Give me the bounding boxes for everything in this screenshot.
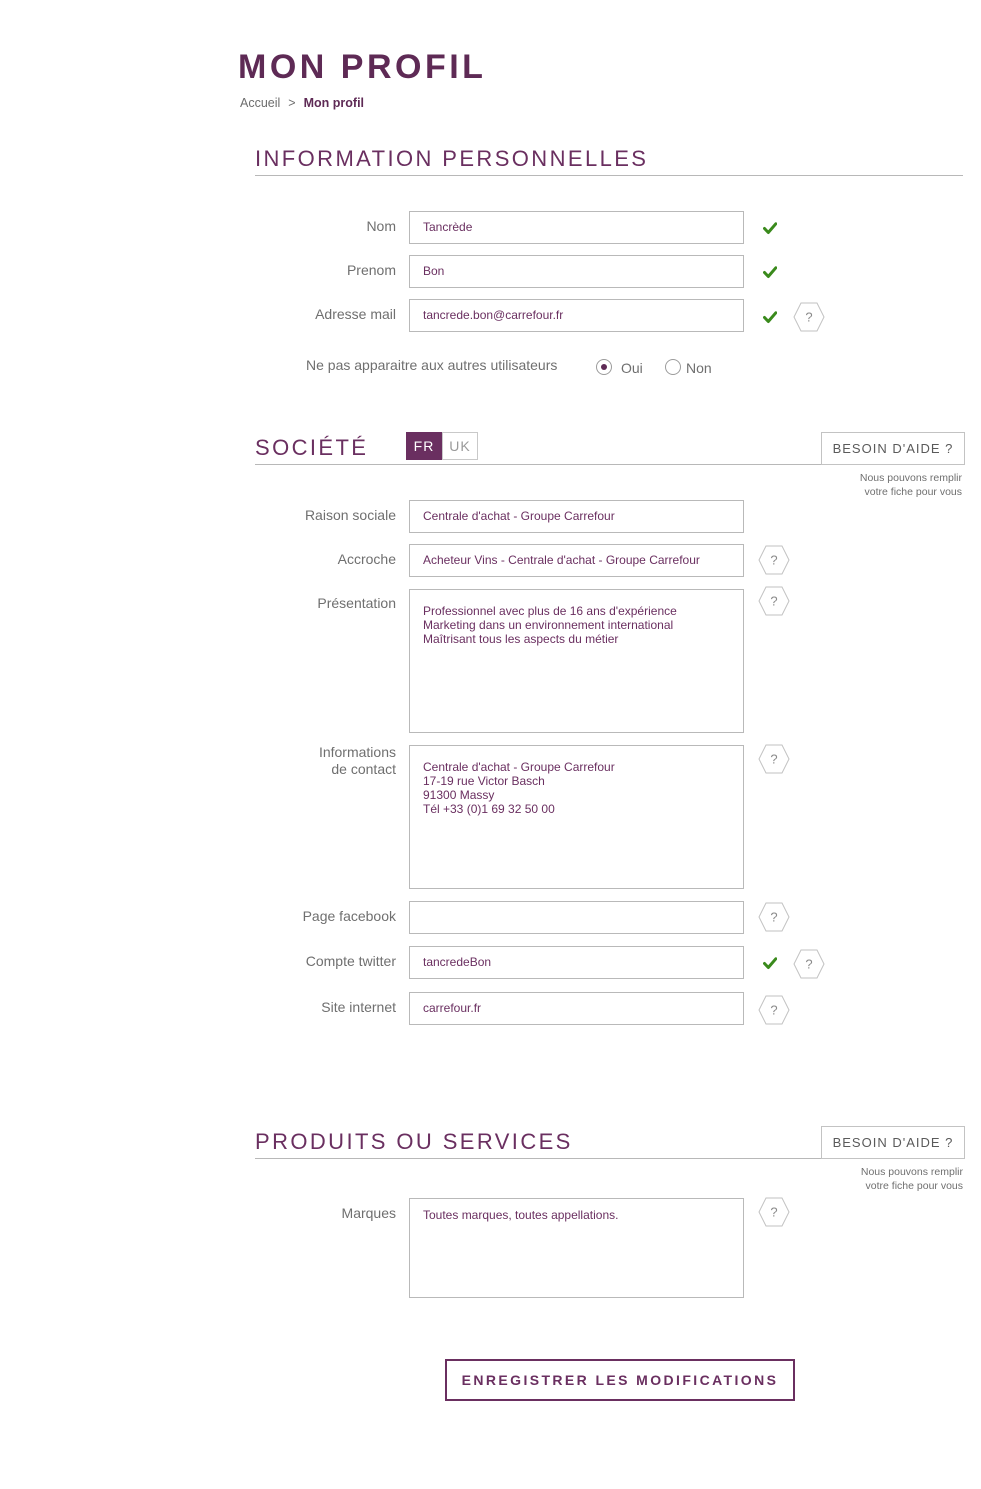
svg-text:?: ?	[770, 752, 777, 767]
marques-textarea[interactable]: Toutes marques, toutes appellations.	[409, 1198, 744, 1298]
field-label-presentation: Présentation	[317, 595, 396, 611]
help-icon-presentation[interactable]: ?	[758, 586, 790, 616]
section-divider-products	[255, 1158, 821, 1159]
lang-tab-fr[interactable]: FR	[406, 432, 442, 460]
check-icon	[763, 311, 777, 323]
field-label-facebook: Page facebook	[302, 908, 396, 924]
presentation-textarea[interactable]: Professionnel avec plus de 16 ans d'expé…	[409, 589, 744, 733]
facebook-input[interactable]	[409, 901, 744, 934]
field-label-marques: Marques	[341, 1205, 396, 1221]
help-icon-contact[interactable]: ?	[758, 744, 790, 774]
field-label-contact: Informations de contact	[318, 744, 396, 777]
check-icon	[763, 222, 777, 234]
visibility-label: Ne pas apparaitre aux autres utilisateur…	[306, 357, 558, 373]
page-title: MON PROFIL	[238, 48, 487, 86]
field-label-accroche: Accroche	[337, 551, 396, 567]
help-icon-marques[interactable]: ?	[758, 1197, 790, 1227]
help-icon-twitter[interactable]: ?	[793, 949, 825, 979]
svg-text:?: ?	[770, 1003, 777, 1018]
help-note-products: Nous pouvons remplir votre fiche pour vo…	[860, 1166, 963, 1192]
breadcrumb: Accueil > Mon profil	[240, 96, 364, 110]
svg-text:?: ?	[770, 1205, 777, 1220]
breadcrumb-current: Mon profil	[303, 96, 365, 110]
help-icon-accroche[interactable]: ?	[758, 545, 790, 575]
svg-text:?: ?	[805, 310, 812, 325]
section-title-personal: INFORMATION PERSONNELLES	[255, 146, 649, 171]
check-icon	[763, 957, 777, 969]
svg-text:?: ?	[770, 910, 777, 925]
check-icon	[763, 266, 777, 278]
visibility-radio-non[interactable]	[665, 359, 681, 375]
section-title-products: PRODUITS OU SERVICES	[255, 1129, 573, 1154]
visibility-radio-oui[interactable]	[596, 359, 612, 375]
section-title-company: SOCIÉTÉ	[255, 435, 369, 460]
help-icon-facebook[interactable]: ?	[758, 902, 790, 932]
contact-info-textarea[interactable]: Centrale d'achat - Groupe Carrefour 17-1…	[409, 745, 744, 889]
help-request-button-company[interactable]: BESOIN D'AIDE ?	[821, 432, 965, 465]
field-label-twitter: Compte twitter	[305, 953, 396, 969]
visibility-option-non-label: Non	[686, 360, 712, 376]
field-label-website: Site internet	[321, 999, 396, 1015]
field-label-raison-sociale: Raison sociale	[304, 507, 396, 523]
twitter-input[interactable]: tancredeBon	[409, 946, 744, 979]
email-input[interactable]: tancrede.bon@carrefour.fr	[409, 299, 744, 332]
nom-input[interactable]: Tancrède	[409, 211, 744, 244]
help-icon-email[interactable]: ?	[793, 302, 825, 332]
raison-sociale-input[interactable]: Centrale d'achat - Groupe Carrefour	[409, 500, 744, 533]
accroche-input[interactable]: Acheteur Vins - Centrale d'achat - Group…	[409, 544, 744, 577]
svg-text:?: ?	[770, 594, 777, 609]
field-label-email: Adresse mail	[315, 306, 396, 322]
help-note-company: Nous pouvons remplir votre fiche pour vo…	[859, 472, 962, 498]
breadcrumb-home-link[interactable]: Accueil	[240, 96, 280, 110]
website-input[interactable]: carrefour.fr	[409, 992, 744, 1025]
help-icon-website[interactable]: ?	[758, 995, 790, 1025]
field-label-prenom: Prenom	[346, 262, 396, 278]
prenom-input[interactable]: Bon	[409, 255, 744, 288]
help-request-button-products[interactable]: BESOIN D'AIDE ?	[821, 1126, 965, 1159]
svg-text:?: ?	[770, 553, 777, 568]
field-label-nom: Nom	[366, 218, 396, 234]
svg-text:?: ?	[805, 957, 812, 972]
visibility-option-oui-label: Oui	[621, 360, 643, 376]
breadcrumb-separator: >	[288, 96, 296, 110]
lang-tab-uk[interactable]: UK	[442, 432, 478, 460]
section-divider-company	[255, 464, 821, 465]
section-divider-personal	[255, 175, 963, 176]
save-changes-button[interactable]: ENREGISTRER LES MODIFICATIONS	[445, 1359, 795, 1401]
